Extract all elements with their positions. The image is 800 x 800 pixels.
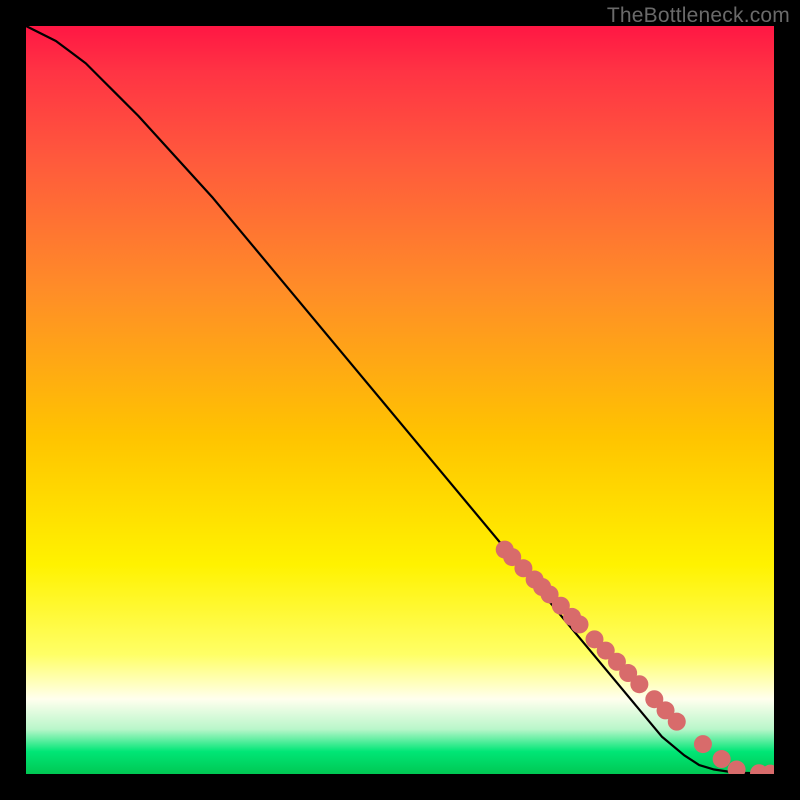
scatter-dots [496,541,774,774]
data-point [668,713,686,731]
curve-line [26,26,774,774]
plot-area [26,26,774,774]
curve-path [26,26,774,774]
attribution-text: TheBottleneck.com [607,4,790,28]
data-point [630,675,648,693]
data-point [728,761,746,774]
data-point [694,735,712,753]
data-point [571,615,589,633]
data-point [713,750,731,768]
chart-svg [26,26,774,774]
